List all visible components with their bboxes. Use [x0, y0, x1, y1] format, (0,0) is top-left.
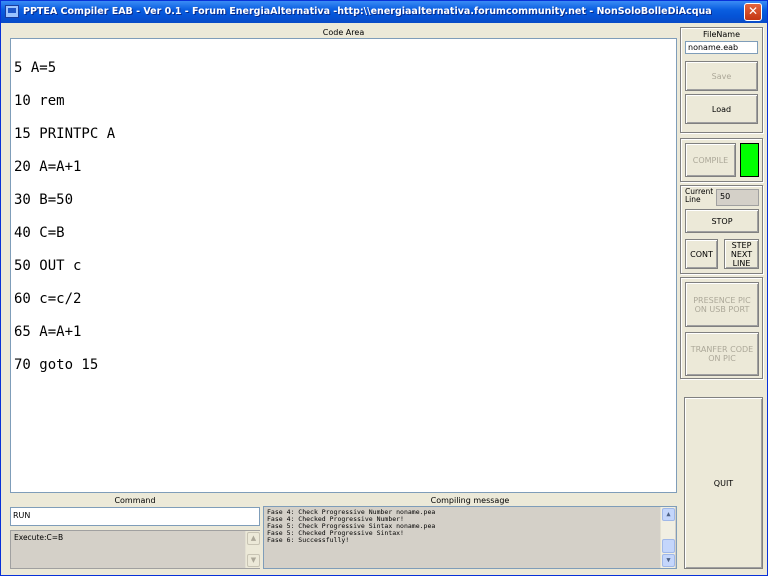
code-editor[interactable]: 5 A=5 10 rem 15 PRINTPC A 20 A=A+1 30 B=…: [10, 38, 677, 493]
current-line-label: Current Line: [685, 187, 714, 204]
file-panel: FileName noname.eab Save Load: [680, 27, 763, 133]
current-line-value: 50: [716, 189, 759, 206]
code-line: 65 A=A+1: [14, 324, 82, 340]
code-line: 70 goto 15: [14, 357, 99, 373]
step-next-line-button[interactable]: STEP NEXT LINE: [724, 239, 759, 269]
main-window: PPTEA Compiler EAB - Ver 0.1 - Forum Ene…: [0, 0, 768, 576]
window-title: PPTEA Compiler EAB - Ver 0.1 - Forum Ene…: [23, 6, 712, 17]
scroll-thumb[interactable]: [662, 539, 675, 553]
scroll-up-icon[interactable]: ▲: [662, 508, 675, 521]
quit-button[interactable]: QUIT: [684, 397, 763, 569]
cont-button[interactable]: CONT: [685, 239, 718, 269]
code-line: 60 c=c/2: [14, 291, 82, 307]
title-bar[interactable]: PPTEA Compiler EAB - Ver 0.1 - Forum Ene…: [1, 1, 767, 23]
command-input[interactable]: RUN: [10, 507, 260, 526]
scroll-down-icon[interactable]: ▼: [662, 554, 675, 567]
compile-panel: COMPILE: [680, 138, 763, 182]
code-area-label: Code Area: [322, 28, 365, 37]
app-icon: [5, 5, 19, 18]
code-line: 20 A=A+1: [14, 159, 82, 175]
save-button[interactable]: Save: [685, 61, 758, 91]
compile-button[interactable]: COMPILE: [685, 143, 736, 177]
close-button[interactable]: ✕: [744, 3, 762, 21]
pic-panel: PRESENCE PIC ON USB PORT TRANFER CODE ON…: [680, 277, 763, 379]
compiling-message-box: Fase 4: Check Progressive Number noname.…: [263, 506, 677, 569]
message-scrollbar[interactable]: ▲ ▼: [660, 507, 675, 568]
code-line: 10 rem: [14, 93, 65, 109]
execute-output: Execute:C=B ▲ ▼: [10, 530, 260, 569]
code-line: 15 PRINTPC A: [14, 126, 116, 142]
filename-input[interactable]: noname.eab: [685, 41, 758, 54]
compile-status-indicator: [740, 143, 759, 177]
run-panel: Current Line 50 STOP CONT STEP NEXT LINE: [680, 185, 763, 274]
code-line: 30 B=50: [14, 192, 74, 208]
code-line: 50 OUT c: [14, 258, 82, 274]
stop-button[interactable]: STOP: [685, 209, 759, 233]
compiling-message-label: Compiling message: [430, 496, 510, 505]
execute-text: Execute:C=B: [14, 533, 64, 542]
code-line: 40 C=B: [14, 225, 65, 241]
message-line: Fase 6: Successfully!: [267, 536, 350, 544]
execute-scrollbar[interactable]: ▲ ▼: [245, 531, 260, 568]
command-label: Command: [114, 496, 156, 505]
scroll-down-icon[interactable]: ▼: [247, 554, 260, 567]
presence-pic-button[interactable]: PRESENCE PIC ON USB PORT: [685, 282, 759, 327]
filename-label: FileName: [703, 30, 740, 39]
code-line: 5 A=5: [14, 60, 57, 76]
scroll-up-icon[interactable]: ▲: [247, 532, 260, 545]
transfer-code-button[interactable]: TRANFER CODE ON PIC: [685, 332, 759, 376]
load-button[interactable]: Load: [685, 94, 758, 124]
